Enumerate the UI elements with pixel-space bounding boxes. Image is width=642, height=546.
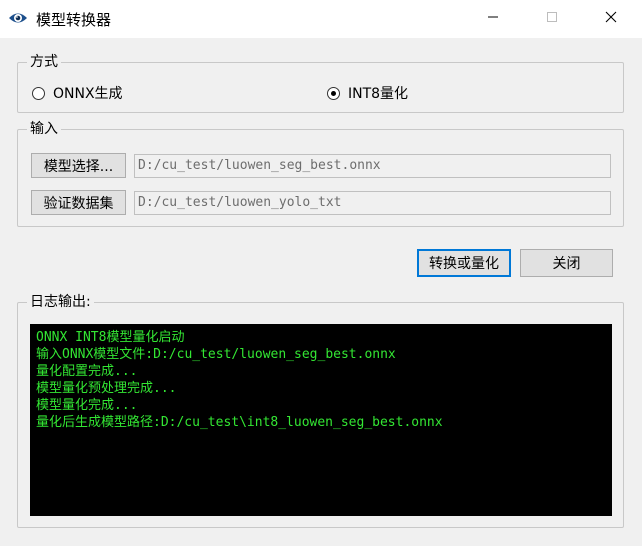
minimize-icon <box>487 11 499 27</box>
model-path-field[interactable]: D:/cu_test/luowen_seg_best.onnx <box>134 154 611 178</box>
log-group-title: 日志输出: <box>27 292 94 312</box>
maximize-icon <box>546 11 558 27</box>
log-line: 量化后生成模型路径:D:/cu_test\int8_luowen_seg_bes… <box>36 415 443 430</box>
radio-onnx-generate[interactable]: ONNX生成 <box>32 83 123 103</box>
maximize-button[interactable] <box>529 0 575 38</box>
app-window: 模型转换器 方式 ONNX生成 INT8量化 输入 模型选择... D:/cu_… <box>0 0 642 546</box>
dataset-path-field[interactable]: D:/cu_test/luowen_yolo_txt <box>134 191 611 215</box>
convert-quantize-button[interactable]: 转换或量化 <box>417 249 511 277</box>
close-icon <box>605 11 617 27</box>
window-title: 模型转换器 <box>36 11 112 29</box>
input-groupbox: 输入 模型选择... D:/cu_test/luowen_seg_best.on… <box>17 119 624 227</box>
log-line: ONNX INT8模型量化启动 <box>36 330 185 345</box>
radio-int8-label: INT8量化 <box>348 86 409 102</box>
log-line: 量化配置完成... <box>36 364 138 379</box>
title-bar[interactable]: 模型转换器 <box>0 0 642 38</box>
radio-onnx-label: ONNX生成 <box>53 86 123 102</box>
radio-unchecked-icon <box>32 86 45 100</box>
mode-groupbox: 方式 ONNX生成 INT8量化 <box>17 52 624 113</box>
radio-int8-quantize[interactable]: INT8量化 <box>327 83 408 103</box>
dialog-body: 方式 ONNX生成 INT8量化 输入 模型选择... D:/cu_test/l… <box>0 38 642 546</box>
close-button[interactable]: 关闭 <box>520 249 613 277</box>
log-line: 输入ONNX模型文件:D:/cu_test/luowen_seg_best.on… <box>36 347 396 362</box>
select-model-button[interactable]: 模型选择... <box>31 153 126 178</box>
input-group-title: 输入 <box>27 119 61 139</box>
select-dataset-button[interactable]: 验证数据集 <box>31 190 126 215</box>
radio-checked-icon <box>327 86 340 100</box>
minimize-button[interactable] <box>470 0 516 38</box>
log-line: 模型量化完成... <box>36 398 138 413</box>
mode-group-title: 方式 <box>27 52 61 72</box>
close-window-button[interactable] <box>588 0 634 38</box>
log-output[interactable]: ONNX INT8模型量化启动 输入ONNX模型文件:D:/cu_test/lu… <box>30 324 612 516</box>
log-line: 模型量化预处理完成... <box>36 381 177 396</box>
eye-app-icon <box>8 10 28 26</box>
